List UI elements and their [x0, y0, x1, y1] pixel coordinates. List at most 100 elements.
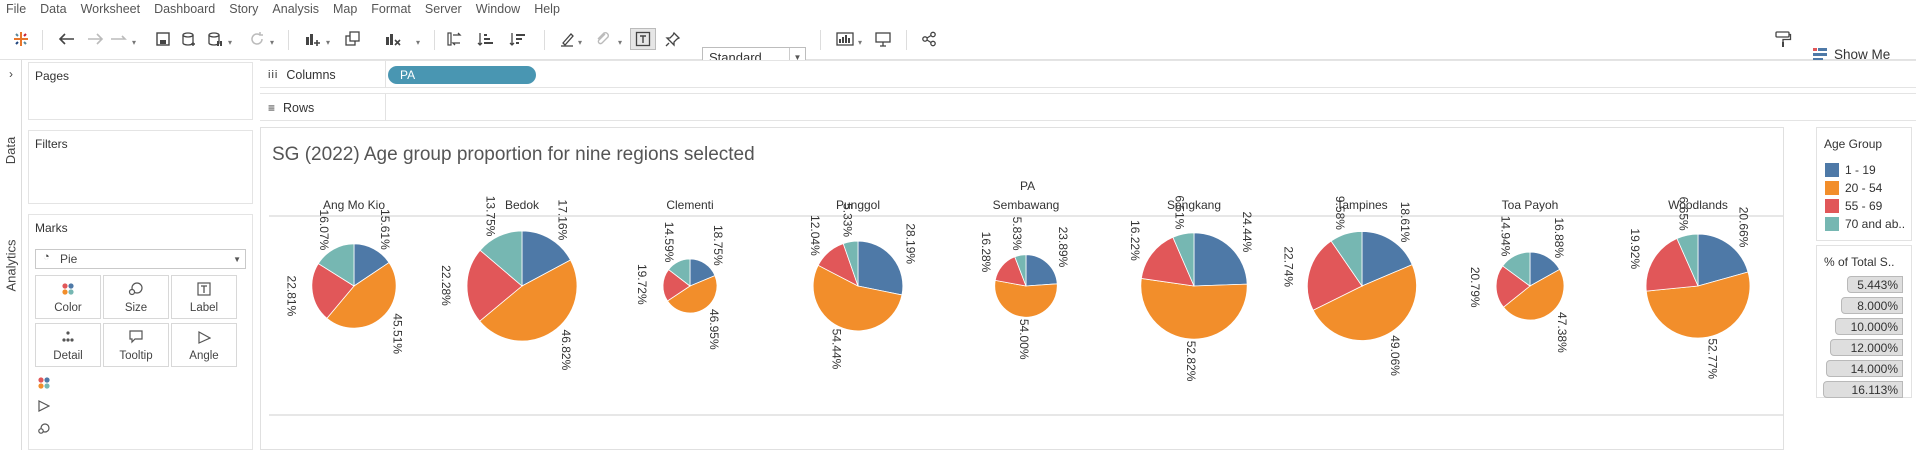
tableau-window: File Data Worksheet Dashboard Story Analysis M…: [0, 0, 1916, 450]
replay-dropdown-icon[interactable]: ▾: [132, 38, 136, 47]
pin-icon[interactable]: [660, 28, 686, 50]
menu-item-file[interactable]: File: [0, 2, 34, 16]
pie-slice-label: 18.75%: [711, 225, 725, 266]
size-button[interactable]: Size: [103, 275, 169, 319]
undo-icon[interactable]: [54, 28, 80, 50]
tooltip-button[interactable]: Tooltip: [103, 323, 169, 367]
pie-slice-label: 18.61%: [1398, 202, 1412, 243]
angle-icon: [172, 330, 236, 344]
size-legend: % of Total S.. 5.443% 8.000% 10.000% 12.…: [1816, 245, 1912, 398]
legend-item[interactable]: 20 - 54: [1825, 180, 1882, 196]
pie-slice-label: 9.58%: [1333, 196, 1347, 230]
pie-slice[interactable]: [1025, 254, 1058, 287]
size-legend-item[interactable]: 16.113%: [1823, 381, 1903, 398]
toolbar: ▾ ▾ ▾ ▾ ▾ ▾ ▾ Standard ▼ ▾ Show Me: [0, 18, 1916, 68]
collapse-arrow-icon[interactable]: ›: [0, 66, 22, 82]
sum-pop-size-pill[interactable]: SUM(Pop) Δ: [60, 420, 242, 438]
duplicate-sheet-icon[interactable]: [340, 28, 366, 50]
age-group-legend-title: Age Group: [1824, 137, 1883, 151]
new-worksheet-icon[interactable]: [300, 28, 326, 50]
tab-analytics[interactable]: Analytics: [0, 210, 22, 320]
cards-dropdown-icon[interactable]: ▾: [858, 38, 862, 47]
legend-item[interactable]: 55 - 69: [1825, 198, 1882, 214]
legend-swatch: [1825, 163, 1839, 177]
pie-slice-label: 16.22%: [1128, 220, 1142, 261]
redo-icon[interactable]: [82, 28, 108, 50]
sort-ascending-icon[interactable]: [472, 28, 498, 50]
size-legend-item[interactable]: 8.000%: [1841, 297, 1903, 314]
filters-card[interactable]: Filters: [28, 130, 253, 204]
new-datasource-icon[interactable]: [176, 28, 202, 50]
clear-dropdown-icon[interactable]: ▾: [416, 38, 420, 47]
size-legend-item[interactable]: 14.000%: [1826, 360, 1903, 377]
pie-slice-label: 15.61%: [378, 209, 392, 250]
tableau-logo-icon[interactable]: [8, 28, 34, 50]
legend-item[interactable]: 70 and ab..: [1825, 216, 1905, 232]
menu-item-help[interactable]: Help: [528, 2, 568, 16]
color-button[interactable]: Color: [35, 275, 101, 319]
color-dots-icon: [36, 282, 100, 296]
pie-slice[interactable]: [857, 240, 904, 296]
legend-swatch: [1825, 181, 1839, 195]
legend-item-label: 20 - 54: [1845, 181, 1883, 195]
size-legend-item[interactable]: 12.000%: [1830, 339, 1903, 356]
menu-item-dashboard[interactable]: Dashboard: [148, 2, 223, 16]
menu-item-format[interactable]: Format: [365, 2, 419, 16]
labels-icon[interactable]: [630, 28, 656, 50]
sort-descending-icon[interactable]: [504, 28, 530, 50]
detail-button[interactable]: Detail: [35, 323, 101, 367]
highlight-icon[interactable]: [554, 28, 580, 50]
sum-pop-angle-pill[interactable]: SUM(Pop) Δ: [60, 397, 242, 415]
detail-icon: [36, 330, 100, 344]
angle-button[interactable]: Angle: [171, 323, 237, 367]
label-button-label: Label: [189, 302, 219, 314]
size-legend-item[interactable]: 10.000%: [1835, 318, 1903, 335]
swap-icon[interactable]: [442, 28, 468, 50]
label-button[interactable]: Label: [171, 275, 237, 319]
pie-slice[interactable]: [1193, 232, 1248, 287]
size-button-label: Size: [124, 302, 148, 314]
group-icon[interactable]: [590, 28, 616, 50]
sum-pop-angle-pill-label: SUM(Pop): [70, 399, 127, 413]
pie-slice-label: 20.79%: [1468, 267, 1482, 308]
pie-slice[interactable]: [1140, 277, 1248, 340]
tab-data[interactable]: Data: [0, 120, 22, 180]
replay-icon[interactable]: [106, 28, 132, 50]
filters-card-title: Filters: [35, 137, 68, 151]
columns-shelf[interactable]: iii Columns PA: [260, 60, 1916, 88]
rows-shelf[interactable]: ≡ Rows: [260, 93, 1916, 121]
group-dropdown-icon[interactable]: ▾: [618, 38, 622, 47]
refresh-icon[interactable]: [244, 28, 270, 50]
new-worksheet-dropdown-icon[interactable]: ▾: [326, 38, 330, 47]
save-icon[interactable]: [150, 28, 176, 50]
share-icon[interactable]: [916, 28, 942, 50]
menu-item-window[interactable]: Window: [470, 2, 528, 16]
highlight-dropdown-icon[interactable]: ▾: [578, 38, 582, 47]
clear-sheet-icon[interactable]: [380, 28, 406, 50]
refresh-dropdown-icon[interactable]: ▾: [270, 38, 274, 47]
presentation-icon[interactable]: [870, 28, 896, 50]
menu-item-server[interactable]: Server: [419, 2, 470, 16]
pages-card[interactable]: Pages: [28, 62, 253, 120]
mark-type-select[interactable]: ◔ Pie ▼: [35, 249, 246, 269]
sum-pop-size-pill-label: SUM(Pop): [70, 422, 127, 436]
pie-slice-label: 45.51%: [391, 313, 405, 354]
pie-slice-label: 16.07%: [317, 210, 331, 251]
pause-dropdown-icon[interactable]: ▾: [228, 38, 232, 47]
size-legend-item[interactable]: 5.443%: [1847, 276, 1903, 293]
menu-item-worksheet[interactable]: Worksheet: [75, 2, 149, 16]
format-painter-icon[interactable]: [1770, 28, 1796, 50]
worksheet-view: SG (2022) Age group proportion for nine …: [260, 127, 1784, 450]
menu-item-map[interactable]: Map: [327, 2, 365, 16]
show-cards-icon[interactable]: [832, 28, 858, 50]
ag-group-pill[interactable]: AG (group): [60, 374, 242, 392]
menu-item-analysis[interactable]: Analysis: [266, 2, 327, 16]
menu-item-story[interactable]: Story: [223, 2, 266, 16]
pa-column-pill[interactable]: PA: [388, 66, 536, 84]
pie-chart-area[interactable]: 15.61% 45.51% 22.81% 16.07% 17.16% 46.82% 22.2…: [261, 128, 1783, 449]
pause-updates-icon[interactable]: [202, 28, 228, 50]
pie-slice-label: 22.81%: [285, 276, 299, 317]
legend-item[interactable]: 1 - 19: [1825, 162, 1876, 178]
pie-slice-label: 17.16%: [555, 200, 569, 241]
menu-item-data[interactable]: Data: [34, 2, 74, 16]
